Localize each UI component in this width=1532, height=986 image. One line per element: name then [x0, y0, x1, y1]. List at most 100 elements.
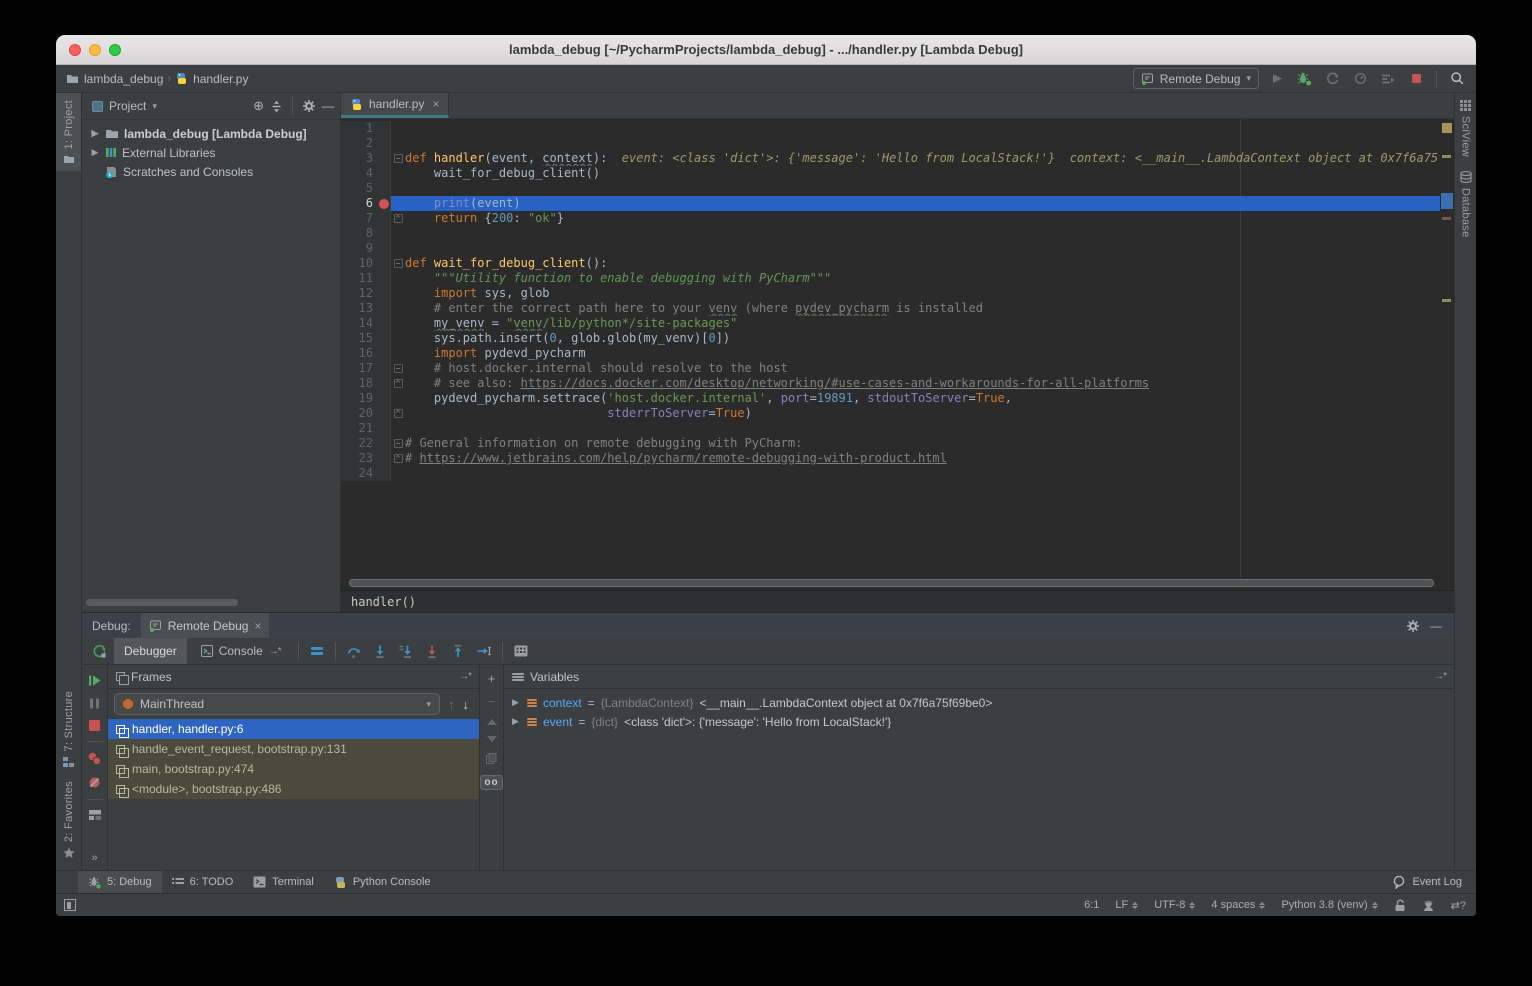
- tree-item-external-libraries[interactable]: ▶ External Libraries: [82, 143, 340, 162]
- code-line[interactable]: 3−def handler(event, context): event: <c…: [341, 151, 1440, 166]
- frame-row[interactable]: main, bootstrap.py:474: [108, 759, 479, 779]
- line-number[interactable]: 21: [341, 421, 377, 436]
- code-line[interactable]: 18^ # see also: https://docs.docker.com/…: [341, 376, 1440, 391]
- code-line[interactable]: 5: [341, 181, 1440, 196]
- line-number[interactable]: 14: [341, 316, 377, 331]
- breadcrumb-project[interactable]: lambda_debug: [66, 72, 163, 86]
- step-into-my-code-button[interactable]: [395, 640, 417, 662]
- tab-debugger[interactable]: Debugger: [114, 638, 187, 664]
- line-number[interactable]: 2: [341, 136, 377, 151]
- gutter-breakpoint-area[interactable]: [377, 151, 391, 166]
- line-number[interactable]: 20: [341, 406, 377, 421]
- line-body[interactable]: print(event): [391, 196, 1440, 211]
- fold-gutter[interactable]: [391, 466, 405, 481]
- locate-file-button[interactable]: ⊕: [253, 98, 264, 114]
- breakpoint-icon[interactable]: [379, 199, 389, 209]
- code-line[interactable]: 24: [341, 466, 1440, 481]
- caret-stripe-mark[interactable]: [1441, 193, 1453, 209]
- interpreter-widget[interactable]: Python 3.8 (venv): [1281, 899, 1377, 911]
- gutter-breakpoint-area[interactable]: [377, 436, 391, 451]
- gutter-breakpoint-area[interactable]: [377, 316, 391, 331]
- expand-arrow-icon[interactable]: ▶: [512, 716, 521, 727]
- fold-gutter[interactable]: [391, 286, 405, 301]
- line-number[interactable]: 15: [341, 331, 377, 346]
- code-line[interactable]: 22−# General information on remote debug…: [341, 436, 1440, 451]
- fold-end-icon[interactable]: ^: [394, 214, 403, 223]
- line-number[interactable]: 1: [341, 121, 377, 136]
- line-number[interactable]: 4: [341, 166, 377, 181]
- breadcrumb-file[interactable]: handler.py: [175, 72, 248, 86]
- gutter-breakpoint-area[interactable]: [377, 346, 391, 361]
- caret-position-widget[interactable]: 6:1: [1084, 899, 1099, 911]
- tab-console[interactable]: Console →*: [191, 638, 291, 664]
- fold-gutter[interactable]: ^: [391, 376, 405, 391]
- pin-icon[interactable]: →*: [459, 671, 471, 682]
- variable-row[interactable]: ▶event = {dict} <class 'dict'>: {'messag…: [504, 712, 1454, 731]
- fold-gutter[interactable]: ^: [391, 211, 405, 226]
- fold-gutter[interactable]: [391, 181, 405, 196]
- run-button[interactable]: [1265, 68, 1287, 90]
- debug-session-tab[interactable]: Remote Debug ×: [141, 613, 270, 638]
- line-body[interactable]: sys.path.insert(0, glob.glob(my_venv)[0]…: [391, 331, 1440, 346]
- sidebar-item-project[interactable]: 1: Project: [56, 93, 81, 171]
- line-number[interactable]: 22: [341, 436, 377, 451]
- line-body[interactable]: [391, 241, 1440, 256]
- code-line[interactable]: 16 import pydevd_pycharm: [341, 346, 1440, 361]
- search-everywhere-button[interactable]: [1446, 68, 1468, 90]
- gutter-breakpoint-area[interactable]: [377, 391, 391, 406]
- fold-gutter[interactable]: [391, 271, 405, 286]
- toolwindow-tab-debug[interactable]: 5: Debug: [78, 871, 162, 893]
- pin-icon[interactable]: →*: [1434, 671, 1446, 682]
- line-body[interactable]: ^# https://www.jetbrains.com/help/pychar…: [391, 451, 1440, 466]
- code-line[interactable]: 19 pydevd_pycharm.settrace('host.docker.…: [341, 391, 1440, 406]
- code-line[interactable]: 12 import sys, glob: [341, 286, 1440, 301]
- line-body[interactable]: ^ # see also: https://docs.docker.com/de…: [391, 376, 1440, 391]
- line-number[interactable]: 10: [341, 256, 377, 271]
- line-number[interactable]: 12: [341, 286, 377, 301]
- show-watches-toggle[interactable]: oo: [480, 775, 502, 790]
- editor-tab-handler[interactable]: handler.py ×: [341, 93, 449, 118]
- frame-row[interactable]: <module>, bootstrap.py:486: [108, 779, 479, 799]
- project-horizontal-scrollbar[interactable]: [86, 599, 238, 606]
- expand-arrow-icon[interactable]: ▶: [90, 147, 100, 158]
- warning-stripe-mark[interactable]: [1442, 155, 1451, 158]
- resume-button[interactable]: [87, 673, 102, 688]
- stop-debug-button[interactable]: [88, 719, 101, 732]
- gutter-breakpoint-area[interactable]: [377, 451, 391, 466]
- line-body[interactable]: [391, 226, 1440, 241]
- indent-widget[interactable]: 4 spaces: [1211, 899, 1265, 911]
- fold-gutter[interactable]: ^: [391, 406, 405, 421]
- gutter-breakpoint-area[interactable]: [377, 121, 391, 136]
- gutter-breakpoint-area[interactable]: [377, 196, 391, 211]
- line-number[interactable]: 3: [341, 151, 377, 166]
- frame-row[interactable]: handle_event_request, bootstrap.py:131: [108, 739, 479, 759]
- add-watch-button[interactable]: +: [488, 673, 496, 685]
- expand-arrow-icon[interactable]: ▶: [90, 128, 100, 139]
- toolwindow-tab-python-console[interactable]: Python Console: [324, 871, 441, 893]
- gutter-breakpoint-area[interactable]: [377, 286, 391, 301]
- line-body[interactable]: pydevd_pycharm.settrace('host.docker.int…: [391, 391, 1440, 406]
- fold-gutter[interactable]: [391, 346, 405, 361]
- hide-panel-button[interactable]: —: [322, 99, 334, 113]
- gutter-breakpoint-area[interactable]: [377, 181, 391, 196]
- minimize-window-button[interactable]: [89, 44, 101, 56]
- gear-icon[interactable]: [1406, 619, 1420, 633]
- line-number[interactable]: 17: [341, 361, 377, 376]
- code-line[interactable]: 7^ return {200: "ok"}: [341, 211, 1440, 226]
- gutter-breakpoint-area[interactable]: [377, 466, 391, 481]
- coverage-button[interactable]: [1321, 68, 1343, 90]
- step-over-button[interactable]: [343, 640, 365, 662]
- concurrency-button[interactable]: [1377, 68, 1399, 90]
- code-line[interactable]: 20^ stderrToServer=True): [341, 406, 1440, 421]
- inspections-indicator[interactable]: [1442, 123, 1452, 133]
- zoom-window-button[interactable]: [109, 44, 121, 56]
- fold-gutter[interactable]: −: [391, 361, 405, 376]
- line-body[interactable]: my_venv = "venv/lib/python*/site-package…: [391, 316, 1440, 331]
- code-line[interactable]: 4 wait_for_debug_client(): [341, 166, 1440, 181]
- move-watch-down-button[interactable]: [487, 736, 497, 742]
- line-number[interactable]: 24: [341, 466, 377, 481]
- line-number[interactable]: 11: [341, 271, 377, 286]
- close-window-button[interactable]: [69, 44, 81, 56]
- duplicate-watch-button[interactable]: [486, 753, 497, 764]
- fold-start-icon[interactable]: −: [394, 364, 403, 373]
